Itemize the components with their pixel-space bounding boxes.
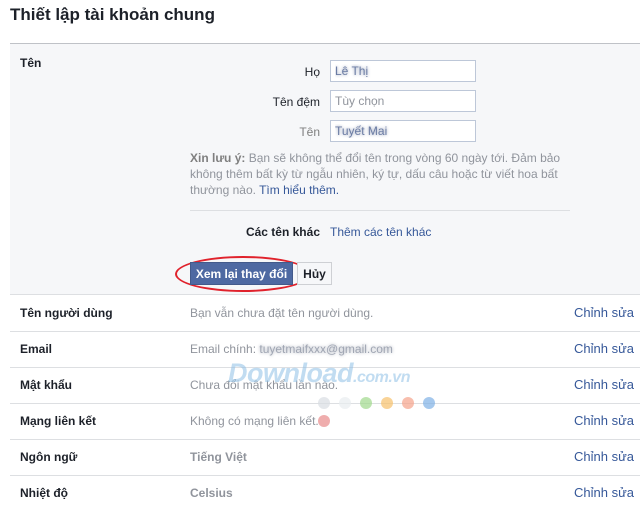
email-label: Email bbox=[20, 342, 53, 356]
learn-more-link[interactable]: Tìm hiểu thêm. bbox=[259, 183, 339, 197]
first-name-input[interactable] bbox=[330, 120, 476, 142]
edit-temperature-link[interactable]: Chỉnh sửa bbox=[574, 485, 634, 500]
other-names-label: Các tên khác bbox=[245, 225, 320, 239]
setting-row-temperature: Nhiệt độ Celsius Chỉnh sửa bbox=[10, 476, 640, 512]
password-value: Chưa đổi mật khẩu lần nào. bbox=[190, 378, 339, 392]
edit-networks-link[interactable]: Chỉnh sửa bbox=[574, 413, 634, 428]
note-text: Bạn sẽ không thể đổi tên trong vòng 60 n… bbox=[190, 151, 561, 197]
networks-value: Không có mạng liên kết. bbox=[190, 414, 319, 428]
language-value: Tiếng Việt bbox=[190, 450, 247, 464]
setting-row-networks: Mạng liên kết Không có mạng liên kết. Ch… bbox=[10, 404, 640, 440]
edit-email-link[interactable]: Chỉnh sửa bbox=[574, 341, 634, 356]
email-address: tuyetmaifxxx@gmail.com bbox=[259, 342, 393, 356]
last-name-label: Họ bbox=[304, 65, 320, 79]
review-changes-button[interactable]: Xem lại thay đổi bbox=[190, 262, 293, 285]
temperature-value: Celsius bbox=[190, 486, 233, 500]
email-value: Email chính: tuyetmaifxxx@gmail.com bbox=[190, 342, 393, 356]
username-label: Tên người dùng bbox=[20, 306, 113, 320]
setting-row-username: Tên người dùng Bạn vẫn chưa đặt tên ngườ… bbox=[10, 296, 640, 332]
edit-username-link[interactable]: Chỉnh sửa bbox=[574, 305, 634, 320]
cancel-button[interactable]: Hủy bbox=[297, 262, 332, 285]
middle-name-input[interactable] bbox=[330, 90, 476, 112]
last-name-input[interactable] bbox=[330, 60, 476, 82]
edit-language-link[interactable]: Chỉnh sửa bbox=[574, 449, 634, 464]
username-value: Bạn vẫn chưa đặt tên người dùng. bbox=[190, 306, 374, 320]
other-names-divider bbox=[190, 210, 570, 211]
email-value-prefix: Email chính: bbox=[190, 342, 260, 356]
networks-label: Mạng liên kết bbox=[20, 414, 97, 428]
name-section-label: Tên bbox=[20, 56, 42, 70]
name-change-note: Xin lưu ý: Bạn sẽ không thể đổi tên tron… bbox=[190, 150, 575, 198]
password-label: Mật khẩu bbox=[20, 378, 73, 392]
temperature-label: Nhiệt độ bbox=[20, 486, 68, 500]
note-prefix: Xin lưu ý: bbox=[190, 151, 246, 165]
add-other-names-link[interactable]: Thêm các tên khác bbox=[330, 225, 431, 239]
language-label: Ngôn ngữ bbox=[20, 450, 78, 464]
setting-row-password: Mật khẩu Chưa đổi mật khẩu lần nào. Chỉn… bbox=[10, 368, 640, 404]
edit-password-link[interactable]: Chỉnh sửa bbox=[574, 377, 634, 392]
settings-list: Tên người dùng Bạn vẫn chưa đặt tên ngườ… bbox=[10, 296, 640, 512]
name-edit-panel: Tên Họ Tên đệm Tên Xin lưu ý: Bạn sẽ khô… bbox=[10, 44, 640, 295]
setting-row-email: Email Email chính: tuyetmaifxxx@gmail.co… bbox=[10, 332, 640, 368]
setting-row-language: Ngôn ngữ Tiếng Việt Chỉnh sửa bbox=[10, 440, 640, 476]
middle-name-label: Tên đệm bbox=[272, 95, 320, 109]
first-name-label: Tên bbox=[299, 125, 320, 139]
page-title: Thiết lập tài khoản chung bbox=[10, 5, 215, 24]
